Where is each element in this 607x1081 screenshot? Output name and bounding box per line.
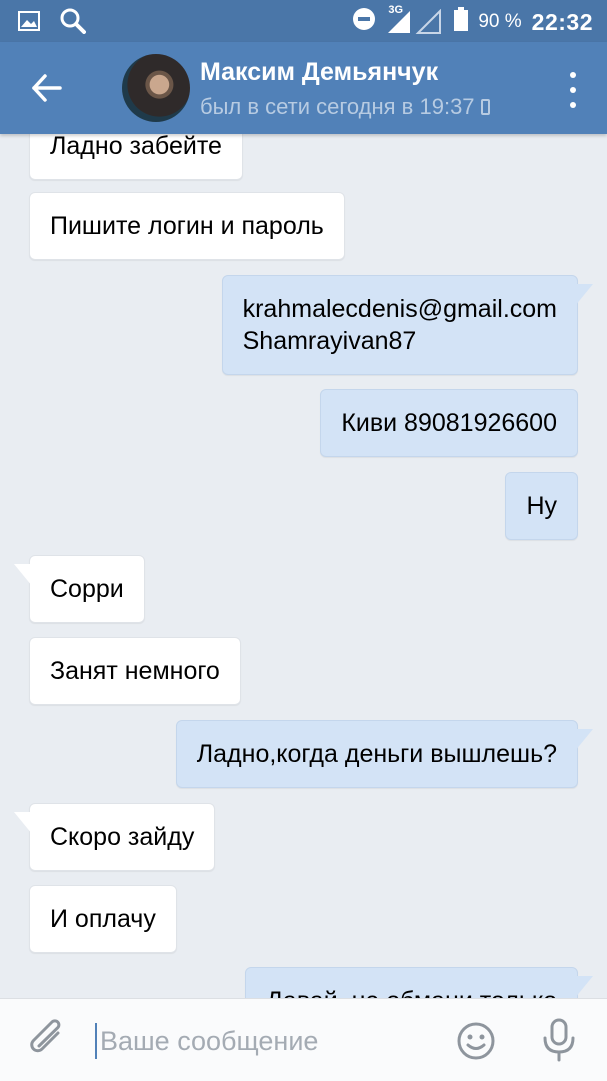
- search-icon: [60, 8, 86, 39]
- message-input[interactable]: [98, 1017, 432, 1065]
- message-bubble-incoming[interactable]: Пишите логин и пароль: [29, 192, 345, 260]
- clock: 22:32: [531, 8, 593, 35]
- network-type: 3G: [388, 4, 404, 16]
- image-icon: [18, 11, 40, 36]
- attach-icon: [30, 1019, 61, 1053]
- message-bubble-incoming[interactable]: Занят немного: [29, 637, 241, 705]
- contact-name[interactable]: Максим Демьянчук: [200, 58, 438, 87]
- dnd-icon: [352, 7, 376, 37]
- last-seen-status: был в сети сегодня в 19:37: [200, 94, 490, 120]
- last-seen-text: был в сети сегодня в 19:37: [200, 94, 475, 119]
- voice-message-button[interactable]: [540, 1017, 578, 1063]
- back-arrow-icon: [32, 74, 62, 102]
- message-bubble-incoming[interactable]: И оплачу: [29, 885, 177, 953]
- composer-bar: [0, 998, 607, 1081]
- battery-icon: [454, 7, 469, 37]
- back-button[interactable]: [22, 66, 72, 110]
- message-bubble-outgoing[interactable]: Давай, не обмани только: [245, 967, 593, 998]
- chat-header: Максим Демьянчук был в сети сегодня в 19…: [0, 42, 607, 134]
- emoji-button[interactable]: [456, 1021, 496, 1061]
- more-vert-icon: [570, 72, 576, 78]
- message-bubble-outgoing[interactable]: krahmalecdenis@gmail.com Shamrayivan87: [221, 275, 594, 375]
- mobile-icon: [480, 99, 490, 115]
- message-bubble-outgoing[interactable]: Ну: [505, 472, 578, 540]
- battery-percent: 90 %: [478, 11, 522, 32]
- mic-icon: [543, 1018, 575, 1062]
- message-bubble-outgoing[interactable]: Ладно,когда деньги вышлешь?: [175, 720, 594, 788]
- more-options-button[interactable]: [563, 72, 583, 108]
- status-bar: 3G 90 % 22:32: [0, 0, 607, 42]
- message-bubble-outgoing[interactable]: Киви 89081926600: [320, 389, 578, 457]
- emoji-icon: [457, 1022, 495, 1060]
- message-bubble-incoming[interactable]: Ладно забейте: [29, 134, 243, 180]
- message-bubble-incoming[interactable]: Скоро зайду: [13, 803, 216, 871]
- attach-button[interactable]: [28, 1019, 68, 1063]
- message-bubble-incoming[interactable]: Сорри: [14, 555, 145, 623]
- message-list[interactable]: Ладно забейте Пишите логин и пароль krah…: [0, 134, 607, 998]
- text-cursor: [95, 1023, 97, 1059]
- signal-icon: 3G: [386, 4, 444, 35]
- avatar[interactable]: [122, 54, 190, 122]
